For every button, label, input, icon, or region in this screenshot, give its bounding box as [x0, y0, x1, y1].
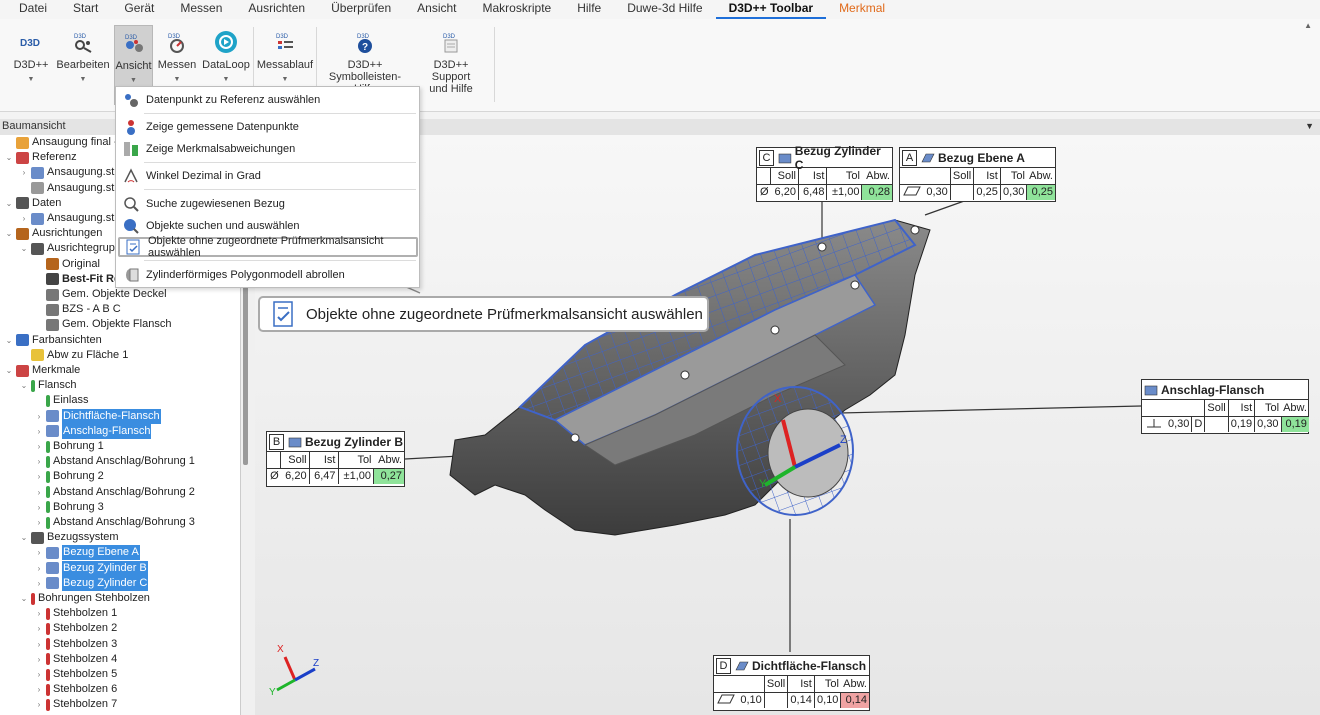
menu-item-polygonmodell-abrollen[interactable]: Zylinderförmiges Polygonmodell abrollen	[118, 265, 418, 285]
menu-item-datenpunkt-referenz[interactable]: Datenpunkt zu Referenz auswählen	[118, 90, 418, 110]
menu-separator	[144, 260, 416, 261]
datapoint-reference-icon	[122, 91, 140, 109]
menu-separator	[144, 189, 416, 190]
angle-icon	[122, 167, 140, 185]
tooltip: Objekte ohne zugeordnete Prüfmerkmalsans…	[258, 296, 709, 332]
menu-separator	[144, 113, 416, 114]
menu-item-winkel-dezimal[interactable]: Winkel Dezimal in Grad	[118, 166, 418, 186]
deviations-icon	[122, 140, 140, 158]
measured-points-icon	[122, 118, 140, 136]
menu-item-suche-bezug[interactable]: Suche zugewiesenen Bezug	[118, 194, 418, 214]
menu-separator	[144, 162, 416, 163]
search-datum-icon	[122, 195, 140, 213]
tooltip-text: Objekte ohne zugeordnete Prüfmerkmalsans…	[306, 305, 703, 323]
checklist-icon	[124, 238, 142, 256]
unroll-cylinder-icon	[122, 266, 140, 284]
menu-item-objekte-suchen[interactable]: Objekte suchen und auswählen	[118, 216, 418, 236]
search-objects-icon	[122, 217, 140, 235]
checklist-icon	[268, 299, 298, 329]
ansicht-dropdown-menu: Datenpunkt zu Referenz auswählen Zeige g…	[115, 86, 420, 288]
menu-item-merkmalsabweichungen[interactable]: Zeige Merkmalsabweichungen	[118, 139, 418, 159]
menu-item-objekte-ohne-pruefmerkmal[interactable]: Objekte ohne zugeordnete Prüfmerkmalsans…	[118, 235, 418, 259]
menu-item-gemessene-datenpunkte[interactable]: Zeige gemessene Datenpunkte	[118, 117, 418, 137]
